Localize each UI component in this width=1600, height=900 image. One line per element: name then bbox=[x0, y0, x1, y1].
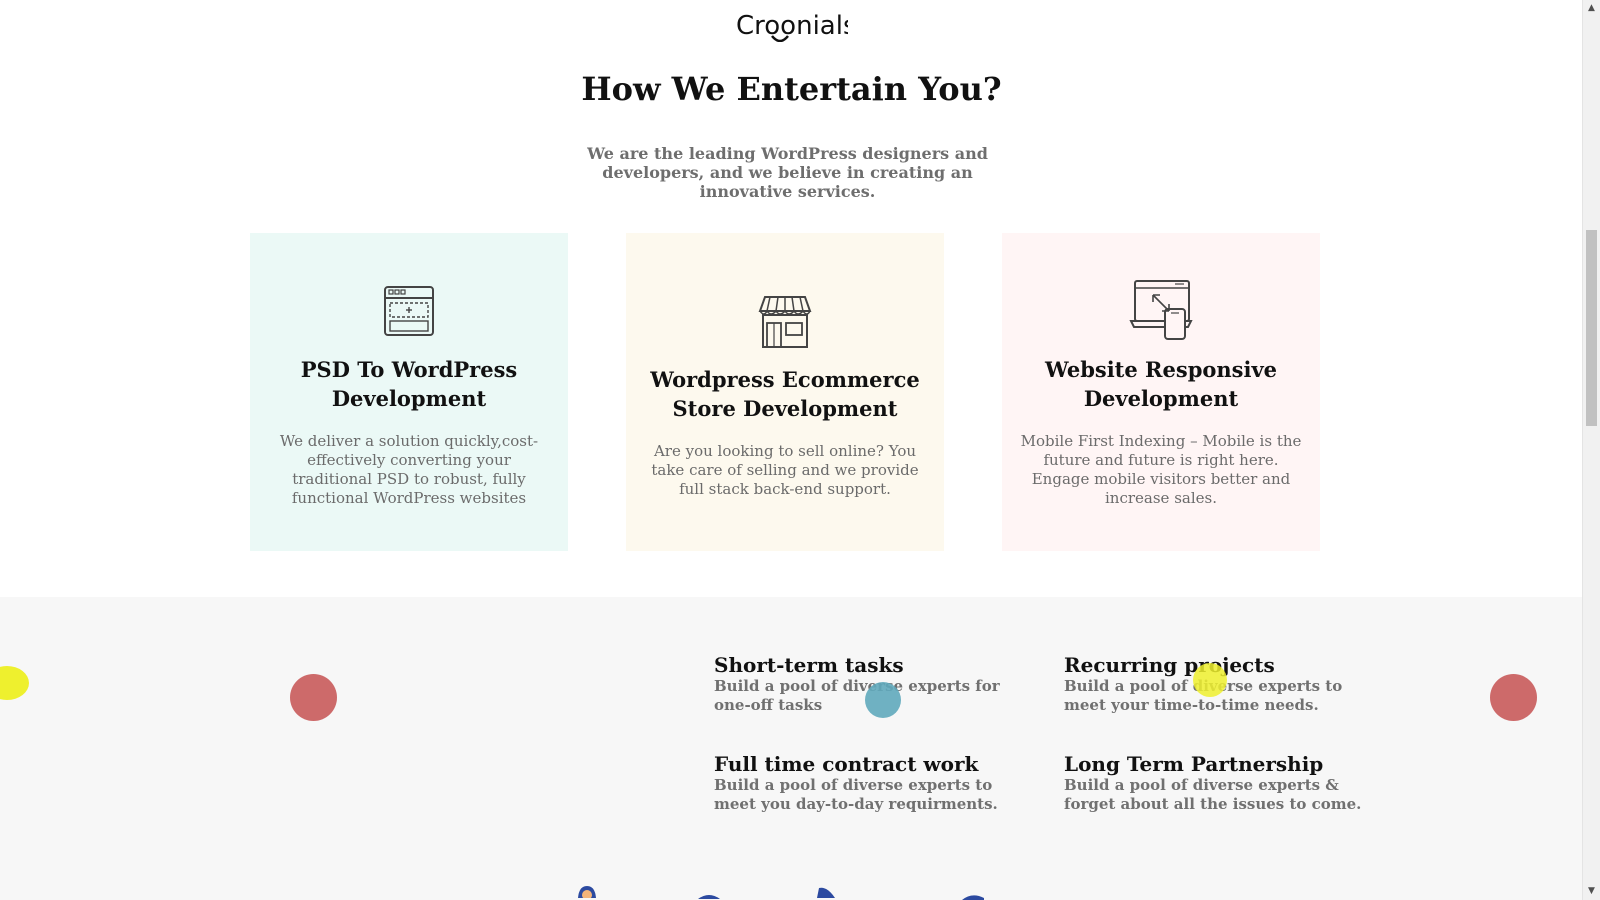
feature-description: Build a pool of diverse experts for one-… bbox=[714, 677, 1000, 714]
decor-dot-yellow bbox=[0, 666, 29, 700]
decor-dot-red bbox=[290, 674, 337, 721]
page: Croonials How We Entertain You? We are t… bbox=[0, 0, 1583, 900]
service-description: Mobile First Indexing – Mobile is the fu… bbox=[1020, 432, 1302, 507]
feature-description: Build a pool of diverse experts & forget… bbox=[1064, 776, 1362, 813]
service-title: Wordpress Ecommerce Store Development bbox=[650, 367, 920, 421]
feature-description: Build a pool of diverse experts to meet … bbox=[714, 776, 998, 813]
service-card-psd-to-wordpress[interactable]: PSD To WordPress Development We deliver … bbox=[250, 233, 568, 551]
feature-title: Full time contract work bbox=[714, 752, 979, 776]
service-card-ecommerce[interactable]: Wordpress Ecommerce Store Development Ar… bbox=[626, 233, 944, 551]
scroll-down-arrow-icon[interactable]: ▼ bbox=[1583, 883, 1600, 900]
illustration-person-icon bbox=[578, 886, 596, 898]
svg-text:Croonials: Croonials bbox=[736, 11, 848, 41]
section-subtitle: We are the leading WordPress designers a… bbox=[587, 144, 988, 201]
scrollbar-thumb[interactable] bbox=[1586, 230, 1597, 426]
illustration-shape-icon bbox=[962, 895, 984, 900]
service-description: Are you looking to sell online? You take… bbox=[651, 442, 919, 498]
storefront-icon bbox=[758, 296, 812, 348]
responsive-devices-icon bbox=[1129, 280, 1193, 340]
service-card-responsive[interactable]: Website Responsive Development Mobile Fi… bbox=[1002, 233, 1320, 551]
feature-full-time: Full time contract work Build a pool of … bbox=[714, 752, 1014, 814]
service-title: Website Responsive Development bbox=[1044, 357, 1278, 411]
service-description: We deliver a solution quickly,cost-effec… bbox=[279, 432, 539, 507]
illustration-shape-icon bbox=[698, 895, 720, 899]
features-section: Short-term tasks Build a pool of diverse… bbox=[0, 597, 1583, 900]
scroll-up-arrow-icon[interactable]: ▲ bbox=[1583, 0, 1600, 17]
browser-window-icon bbox=[384, 286, 434, 336]
vertical-scrollbar[interactable]: ▲ ▼ bbox=[1582, 0, 1600, 900]
section-title: How We Entertain You? bbox=[581, 70, 1002, 108]
decor-dot-red bbox=[1490, 674, 1537, 721]
feature-long-term: Long Term Partnership Build a pool of di… bbox=[1064, 752, 1364, 814]
decor-dot-blue bbox=[865, 682, 901, 718]
service-title: PSD To WordPress Development bbox=[300, 357, 518, 411]
feature-short-term: Short-term tasks Build a pool of diverse… bbox=[714, 653, 1014, 715]
feature-title: Long Term Partnership bbox=[1064, 752, 1324, 776]
feature-title: Short-term tasks bbox=[714, 653, 904, 677]
illustration-shape-icon bbox=[817, 887, 835, 898]
croonials-logo: Croonials bbox=[736, 11, 856, 43]
decor-dot-yellow bbox=[1193, 663, 1227, 697]
brand-logo[interactable]: Croonials bbox=[0, 6, 1583, 46]
